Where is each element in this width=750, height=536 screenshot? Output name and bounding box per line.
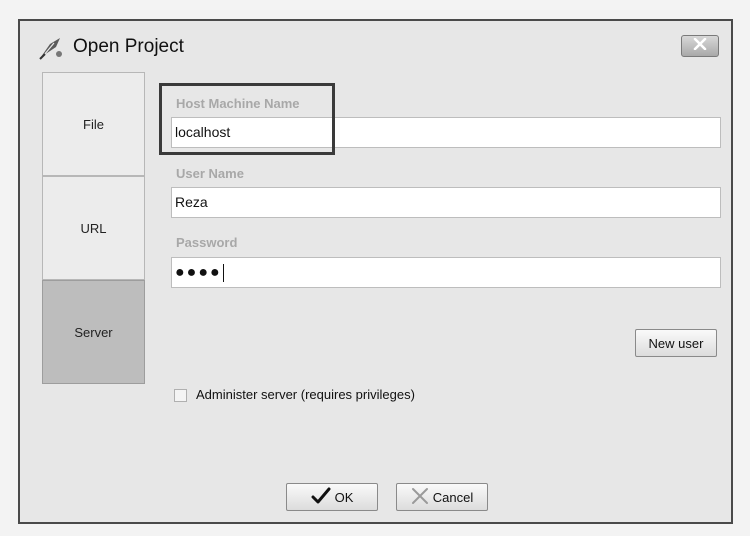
feather-quill-icon (38, 35, 66, 61)
user-name-field[interactable]: Reza (171, 187, 721, 218)
tab-server-label: Server (74, 324, 113, 340)
new-user-button[interactable]: New user (635, 329, 717, 357)
tab-file[interactable]: File (42, 72, 145, 176)
open-project-dialog: Open Project File URL Server Host Machin… (18, 19, 733, 524)
administer-server-label: Administer server (requires privileges) (196, 387, 415, 402)
ok-label: OK (334, 489, 354, 505)
password-field[interactable]: ●●●● (171, 257, 721, 288)
new-user-label: New user (648, 335, 704, 351)
title-bar: Open Project (20, 21, 731, 71)
tab-url-label: URL (80, 220, 107, 236)
tab-url[interactable]: URL (42, 176, 145, 280)
checkmark-icon (311, 487, 331, 508)
cancel-label: Cancel (432, 489, 474, 505)
password-value: ●●●● (175, 264, 222, 281)
highlight-annotation (159, 83, 335, 155)
cancel-button[interactable]: Cancel (396, 483, 488, 511)
text-caret (222, 264, 224, 283)
tab-server[interactable]: Server (42, 280, 145, 384)
user-name-label: User Name (176, 166, 244, 181)
tab-file-label: File (83, 116, 104, 132)
window-title: Open Project (73, 36, 184, 57)
close-button[interactable] (681, 35, 719, 57)
administer-server-checkbox[interactable] (174, 389, 187, 402)
close-icon (693, 37, 707, 55)
user-name-value: Reza (175, 194, 208, 210)
password-label: Password (176, 235, 238, 250)
ok-button[interactable]: OK (286, 483, 378, 511)
x-icon (411, 487, 429, 508)
